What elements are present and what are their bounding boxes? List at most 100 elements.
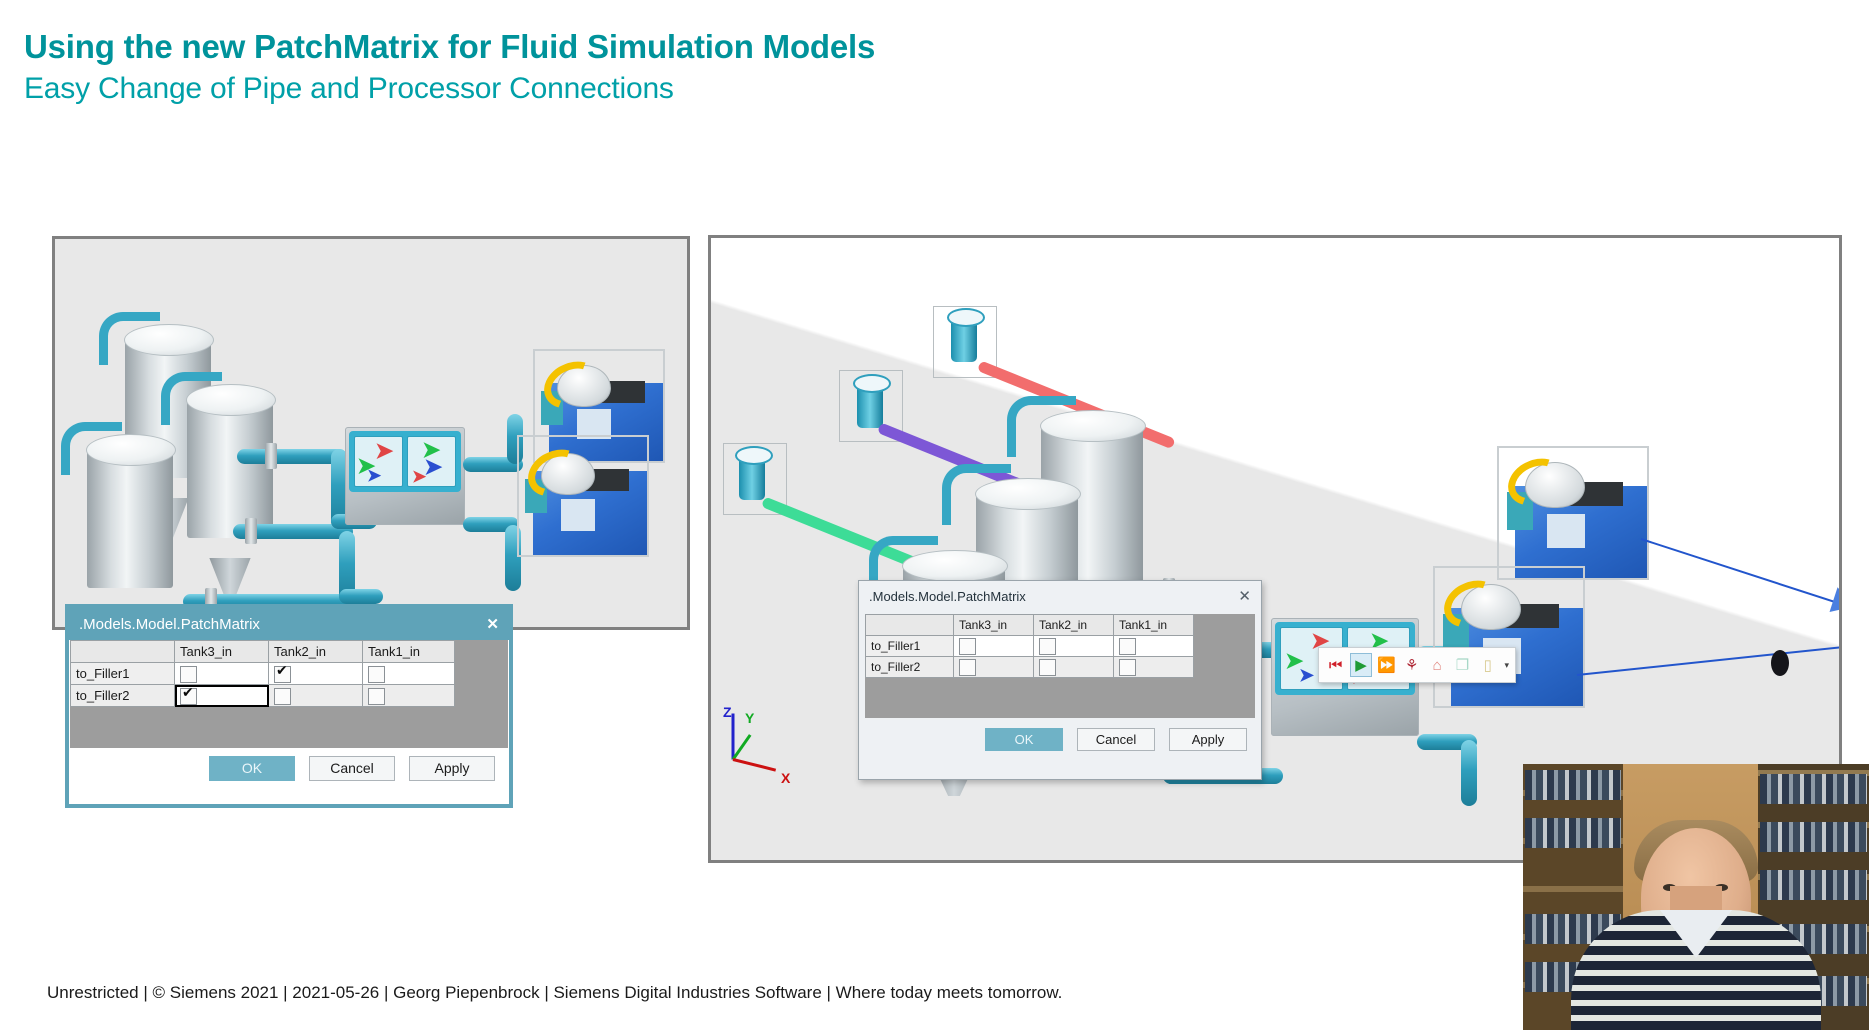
checkbox[interactable]	[959, 638, 976, 655]
patchmatrix-dialog-right[interactable]: .Models.Model.PatchMatrix ✕ Tank3_in Tan…	[858, 580, 1262, 780]
filler-2[interactable]	[1433, 566, 1585, 708]
table-header-row: Tank3_in Tank2_in Tank1_in	[865, 614, 1194, 636]
apply-button[interactable]: Apply	[409, 756, 495, 781]
column-header-blank	[70, 640, 175, 663]
axis-label-y: Y	[745, 710, 755, 726]
tank-1[interactable]	[61, 422, 176, 627]
axis-z-line	[731, 713, 735, 760]
play-icon: ▶	[1355, 656, 1367, 674]
playback-toolbar[interactable]: ⏮ ▶ ⏩ ⚘ ⌂ ❐ ▯ ▾	[1318, 647, 1516, 683]
cell-filler1-tank1[interactable]	[362, 662, 455, 685]
arrow-icon-red: ➤	[412, 467, 427, 486]
patch-matrix-table[interactable]: Tank3_in Tank2_in Tank1_in to_Filler1 to…	[70, 640, 455, 707]
close-icon[interactable]: ✕	[1238, 587, 1251, 605]
column-header-tank2: Tank2_in	[1033, 614, 1114, 636]
dialog-title-bar: .Models.Model.PatchMatrix ✕	[859, 581, 1261, 611]
cancel-button[interactable]: Cancel	[1077, 728, 1155, 751]
cell-filler1-tank3[interactable]	[174, 662, 269, 685]
arrow-icon-blue: ➤	[367, 466, 382, 485]
table-row[interactable]: to_Filler1	[865, 635, 1194, 657]
axis-label-x: X	[781, 770, 791, 786]
cell-filler2-tank1[interactable]	[362, 684, 455, 707]
pipe-flange	[245, 518, 257, 544]
checkbox[interactable]	[274, 687, 291, 705]
checkbox[interactable]	[180, 685, 197, 705]
column-header-blank	[865, 614, 954, 636]
home-button[interactable]: ⌂	[1426, 653, 1447, 677]
column-header-tank3: Tank3_in	[953, 614, 1034, 636]
patch-matrix-table[interactable]: Tank3_in Tank2_in Tank1_in to_Filler1 to…	[865, 614, 1194, 678]
dialog-title-text: .Models.Model.PatchMatrix	[869, 588, 1026, 604]
table-row[interactable]: to_Filler2	[70, 684, 455, 707]
page-subtitle: Easy Change of Pipe and Processor Connec…	[24, 72, 674, 105]
table-row[interactable]: to_Filler1	[70, 662, 455, 685]
apply-button[interactable]: Apply	[1169, 728, 1247, 751]
checkbox[interactable]	[1039, 638, 1056, 655]
cell-filler2-tank1[interactable]	[1113, 656, 1194, 678]
table-row[interactable]: to_Filler2	[865, 656, 1194, 678]
slide-footer: Unrestricted | © Siemens 2021 | 2021-05-…	[47, 983, 1063, 1002]
pipe-to-filler2	[1461, 740, 1477, 806]
reset-button[interactable]: ⏮	[1325, 653, 1346, 677]
row-header-filler2: to_Filler2	[865, 656, 954, 678]
checkbox[interactable]	[368, 687, 385, 705]
ok-button[interactable]: OK	[209, 756, 295, 781]
arrow-icon-blue: ➤	[424, 454, 443, 479]
checkbox[interactable]	[274, 663, 291, 683]
checkbox[interactable]	[959, 659, 976, 676]
fast-forward-icon: ⏩	[1377, 656, 1396, 674]
patchmatrix-lid: ➤ ➤ ➤ ➤ ➤ ➤	[349, 431, 461, 492]
cell-filler1-tank2[interactable]	[268, 662, 363, 685]
axis-label-z: Z	[723, 704, 732, 720]
report-button[interactable]: ▯	[1477, 653, 1498, 677]
page-title: Using the new PatchMatrix for Fluid Simu…	[24, 28, 876, 65]
checkbox[interactable]	[1119, 659, 1136, 676]
checkbox[interactable]	[1039, 659, 1056, 676]
column-header-tank2: Tank2_in	[268, 640, 363, 663]
cell-filler2-tank2[interactable]	[268, 684, 363, 707]
experiment-icon: ⚘	[1405, 656, 1419, 674]
source-2-wheel	[853, 374, 891, 393]
close-icon[interactable]: ✕	[486, 615, 499, 633]
cell-filler1-tank2[interactable]	[1033, 635, 1114, 657]
scene-left-viewport[interactable]: ➤ ➤ ➤ ➤ ➤ ➤	[52, 236, 690, 630]
dialog-footer: OK Cancel Apply	[69, 748, 509, 789]
arrow-icon-blue: ➤	[1299, 665, 1315, 685]
filler-2[interactable]	[517, 435, 649, 557]
row-header-filler1: to_Filler1	[70, 662, 175, 685]
chart-button[interactable]: ❐	[1452, 653, 1473, 677]
dialog-title-text: .Models.Model.PatchMatrix	[79, 615, 260, 633]
cell-filler2-tank3[interactable]	[953, 656, 1034, 678]
source-3-wheel	[947, 308, 985, 327]
row-header-filler1: to_Filler1	[865, 635, 954, 657]
patchmatrix-dialog-left[interactable]: .Models.Model.PatchMatrix ✕ Tank3_in Tan…	[65, 604, 513, 808]
presenter-video-overlay[interactable]	[1523, 764, 1869, 1030]
cell-filler2-tank2[interactable]	[1033, 656, 1114, 678]
column-header-tank3: Tank3_in	[174, 640, 269, 663]
cancel-button[interactable]: Cancel	[309, 756, 395, 781]
checkbox[interactable]	[368, 665, 385, 683]
pipe-flange	[265, 443, 277, 469]
home-icon: ⌂	[1432, 656, 1442, 674]
cell-filler1-tank1[interactable]	[1113, 635, 1194, 657]
filler-1[interactable]	[1497, 446, 1649, 580]
row-header-filler2: to_Filler2	[70, 684, 175, 707]
checkbox[interactable]	[180, 665, 197, 683]
ok-button[interactable]: OK	[985, 728, 1063, 751]
cell-filler2-tank3[interactable]	[174, 684, 269, 707]
play-button[interactable]: ▶	[1350, 653, 1372, 677]
fast-forward-button[interactable]: ⏩	[1376, 653, 1397, 677]
pipe-bend	[339, 589, 383, 604]
experiment-manager-button[interactable]: ⚘	[1401, 653, 1422, 677]
dialog-footer: OK Cancel Apply	[859, 718, 1261, 761]
dialog-table-area: Tank3_in Tank2_in Tank1_in to_Filler1 to…	[865, 614, 1255, 718]
cell-filler1-tank3[interactable]	[953, 635, 1034, 657]
arrow-icon-red: ➤	[375, 438, 394, 463]
checkbox[interactable]	[1119, 638, 1136, 655]
slide-root: Using the new PatchMatrix for Fluid Simu…	[0, 0, 1869, 1030]
column-header-tank1: Tank1_in	[1113, 614, 1194, 636]
chevron-down-icon[interactable]: ▾	[1504, 660, 1509, 671]
chart-icon: ❐	[1455, 656, 1470, 674]
patchmatrix-processor[interactable]: ➤ ➤ ➤ ➤ ➤ ➤	[345, 427, 465, 525]
connector-node-icon	[1771, 650, 1789, 676]
